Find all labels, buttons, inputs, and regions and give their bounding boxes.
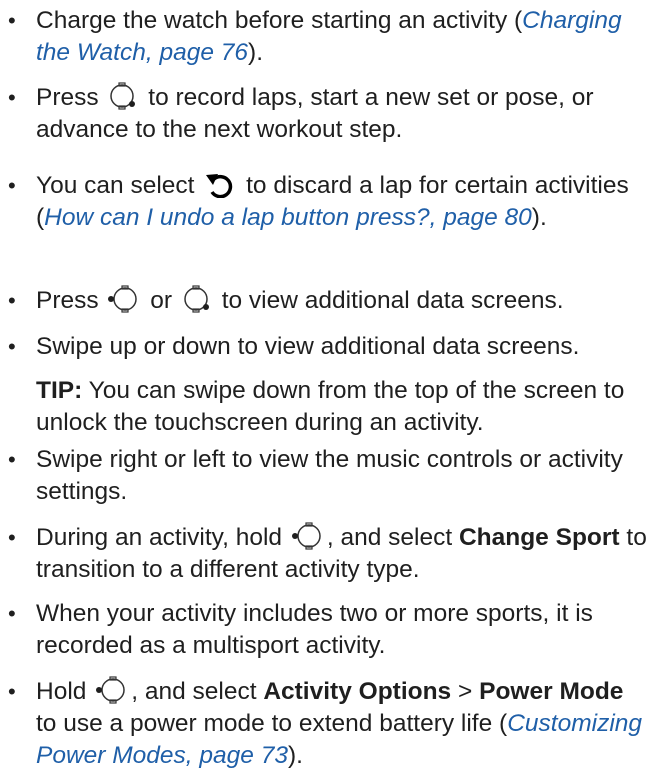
item-text: Charge the watch before starting an acti… [36, 7, 523, 34]
bullet: • [8, 334, 16, 359]
watch-button-left-icon [96, 676, 128, 704]
item-text: During an activity, hold [36, 524, 283, 551]
item-text: , and select [131, 678, 257, 705]
item-text: to view additional data screens. [221, 287, 564, 314]
tip-text: You can swipe down from the top of the s… [36, 377, 625, 436]
bullet: • [8, 288, 16, 313]
list-item: • Swipe right or left to view the music … [0, 444, 656, 508]
watch-button-lower-right-icon [182, 285, 212, 313]
item-text: to use a power mode to extend battery li… [36, 710, 508, 737]
menu-separator: > [458, 678, 473, 705]
item-text: Hold [36, 678, 87, 705]
bullet: • [8, 679, 16, 704]
item-text: You can select [36, 172, 195, 199]
tip-note: TIP: You can swipe down from the top of … [36, 375, 650, 439]
cross-ref-link[interactable]: How can I undo a lap button press?, page… [44, 204, 532, 231]
bullet: • [8, 525, 16, 550]
item-text: ). [287, 742, 303, 769]
ui-term: Change Sport [458, 524, 620, 551]
watch-button-left-icon [108, 285, 140, 313]
bullet: • [8, 173, 16, 198]
bullet: • [8, 601, 16, 626]
item-text: Press [36, 84, 99, 111]
item-text: or [150, 287, 173, 314]
list-item: • You can select to discard a lap for ce… [0, 170, 656, 234]
list-item: • Press to record laps, start a new set … [0, 82, 656, 146]
list-item: • When your activity includes two or mor… [0, 598, 656, 662]
list-item: • Hold , and select Activity Options > P… [0, 676, 656, 772]
list-item: • Swipe up or down to view additional da… [0, 331, 656, 439]
bullet: • [8, 447, 16, 472]
undo-arrow-icon [204, 170, 236, 198]
list-item: • Charge the watch before starting an ac… [0, 5, 656, 69]
item-text: , and select [326, 524, 453, 551]
item-text: ). [531, 204, 547, 231]
item-text: Swipe right or left to view the music co… [36, 446, 623, 505]
list-item: • During an activity, hold , and select … [0, 522, 656, 586]
bullet: • [8, 85, 16, 110]
item-text: Swipe up or down to view additional data… [36, 333, 580, 360]
item-text: When your activity includes two or more … [36, 600, 593, 659]
list-item: • Press or to view additional data scree… [0, 285, 570, 317]
tip-label: TIP: [36, 377, 83, 404]
bullet: • [8, 8, 16, 33]
watch-button-lower-right-icon [108, 82, 138, 110]
ui-term: Power Mode [479, 678, 624, 705]
item-text: ). [248, 39, 263, 66]
ui-term: Activity Options [263, 678, 452, 705]
item-text: Press [36, 287, 99, 314]
watch-button-left-icon [291, 522, 324, 550]
